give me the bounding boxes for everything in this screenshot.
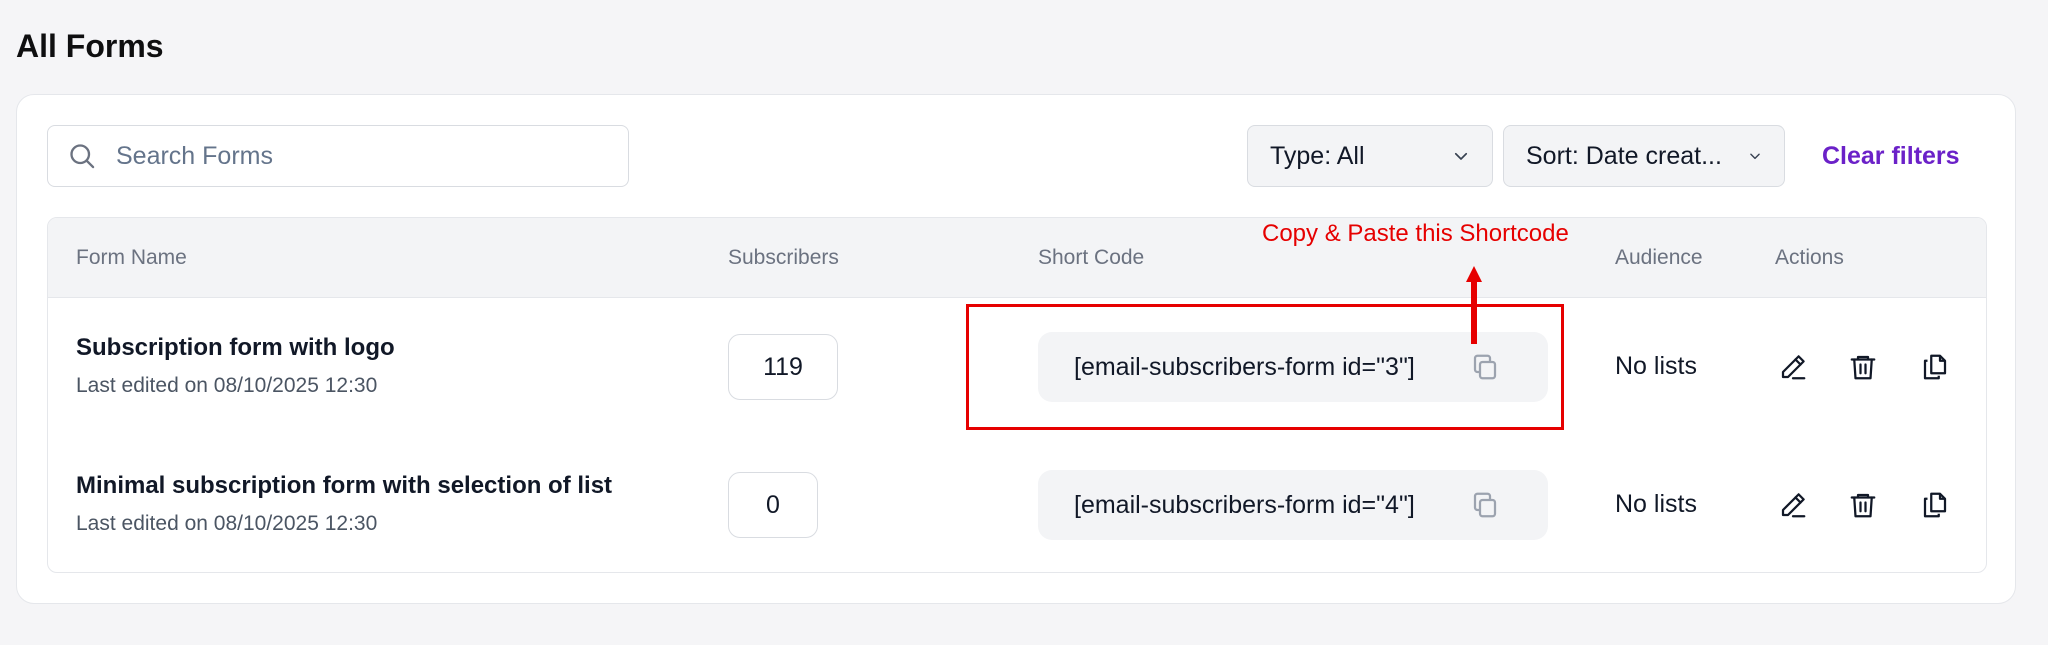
trash-icon[interactable] xyxy=(1848,490,1878,520)
search-icon xyxy=(70,144,95,169)
type-filter-select[interactable]: Type: All xyxy=(1247,125,1493,187)
column-header-form-name: Form Name xyxy=(76,246,187,269)
chevron-down-icon xyxy=(1750,153,1760,160)
sort-label: Sort: Date creat... xyxy=(1526,141,1722,170)
column-header-short-code: Short Code xyxy=(1038,246,1145,269)
duplicate-icon[interactable] xyxy=(1920,352,1950,382)
chevron-down-icon xyxy=(1454,152,1468,160)
page-title: All Forms xyxy=(16,28,164,64)
form-name[interactable]: Minimal subscription form with selection… xyxy=(76,472,612,500)
shortcode-box: [email-subscribers-form id="4"] xyxy=(1038,470,1548,540)
column-header-subscribers: Subscribers xyxy=(728,246,839,269)
audience-value: No lists xyxy=(1615,352,1697,380)
subscriber-count[interactable]: 119 xyxy=(728,334,838,400)
last-edited: Last edited on 08/10/2025 12:30 xyxy=(76,374,378,397)
table-row: Minimal subscription form with selection… xyxy=(48,436,1986,572)
type-filter-label: Type: All xyxy=(1270,141,1365,170)
clear-filters-link[interactable]: Clear filters xyxy=(1822,125,1960,187)
annotation-label: Copy & Paste this Shortcode xyxy=(1262,220,1569,247)
edit-icon[interactable] xyxy=(1778,490,1808,520)
column-header-audience: Audience xyxy=(1615,246,1703,269)
subscriber-count[interactable]: 0 xyxy=(728,472,818,538)
duplicate-icon[interactable] xyxy=(1920,490,1950,520)
audience-value: No lists xyxy=(1615,490,1697,518)
table-header: Form Name Subscribers Short Code Audienc… xyxy=(48,218,1986,298)
sort-select[interactable]: Sort: Date creat... xyxy=(1503,125,1785,187)
search-input[interactable] xyxy=(116,141,596,171)
edit-icon[interactable] xyxy=(1778,352,1808,382)
search-box[interactable] xyxy=(47,125,629,187)
shortcode-text: [email-subscribers-form id="4"] xyxy=(1074,490,1415,519)
last-edited: Last edited on 08/10/2025 12:30 xyxy=(76,512,378,535)
arrow-up-icon xyxy=(1466,266,1482,344)
copy-icon[interactable] xyxy=(1470,490,1500,520)
column-header-actions: Actions xyxy=(1775,246,1844,269)
trash-icon[interactable] xyxy=(1848,352,1878,382)
form-name[interactable]: Subscription form with logo xyxy=(76,334,395,362)
